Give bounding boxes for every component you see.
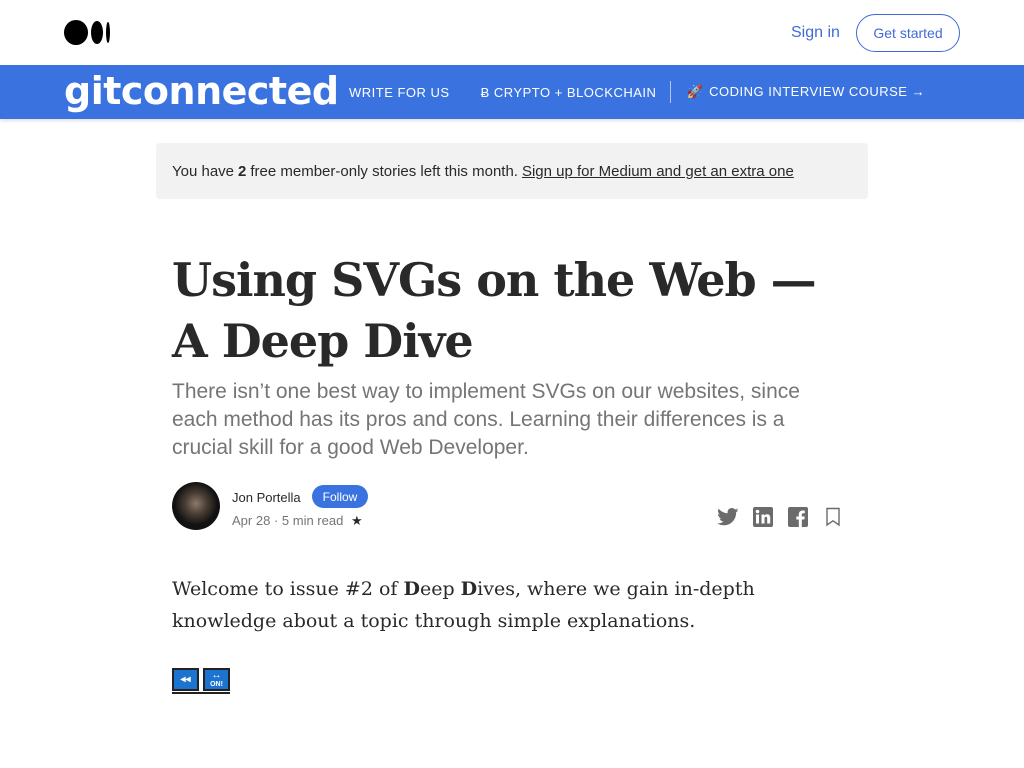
- publication-links: WRITE FOR US Ƀ CRYPTO + BLOCKCHAIN 🚀 CODI…: [349, 65, 956, 119]
- body-start: Welcome to issue #2 of: [172, 578, 398, 600]
- top-bar: Sign in Get started: [0, 0, 1024, 65]
- nav-link-write-for-us[interactable]: WRITE FOR US: [349, 85, 450, 100]
- banner-count: 2: [238, 162, 247, 180]
- nav-link-coding-course-label: CODING INTERVIEW COURSE →: [709, 84, 926, 99]
- on-label: ON!: [210, 680, 223, 688]
- nav-divider: [670, 81, 672, 103]
- publication-nav: gitconnected WRITE FOR US Ƀ CRYPTO + BLO…: [0, 65, 1024, 119]
- arrows-icon: ↔: [211, 669, 222, 681]
- body-eep: eep: [419, 578, 455, 600]
- article-title: Using SVGs on the Web — A Deep Dive: [172, 253, 817, 368]
- article-subtitle: There isn’t one best way to implement SV…: [172, 380, 800, 459]
- signup-link[interactable]: Sign up for Medium and get an extra one: [522, 163, 794, 180]
- nav-link-crypto[interactable]: Ƀ CRYPTO + BLOCKCHAIN: [481, 85, 657, 100]
- medium-logo-icon[interactable]: [64, 20, 110, 45]
- twitter-icon[interactable]: [717, 506, 739, 528]
- toggle-on-icon[interactable]: ↔ ON!: [203, 668, 230, 691]
- author-name[interactable]: Jon Portella: [232, 490, 301, 505]
- body-d1: D: [403, 578, 420, 600]
- linkedin-icon[interactable]: [752, 506, 774, 528]
- article-body-paragraph: Welcome to issue #2 of Deep Dives, where…: [172, 573, 852, 637]
- article-meta: Apr 28 · 5 min read ★: [232, 513, 363, 529]
- member-star-icon: ★: [350, 513, 363, 528]
- avatar[interactable]: [172, 482, 220, 530]
- nav-link-coding-course[interactable]: 🚀 CODING INTERVIEW COURSE →: [686, 84, 925, 100]
- follow-button[interactable]: Follow: [312, 485, 368, 508]
- share-bar: [717, 506, 844, 528]
- meta-dot: ·: [273, 513, 279, 528]
- publication-logo[interactable]: gitconnected: [64, 69, 339, 113]
- member-banner: You have 2 free member-only stories left…: [156, 143, 868, 199]
- banner-prefix: You have: [172, 162, 235, 180]
- rewind-icon[interactable]: ◂◂: [172, 668, 199, 691]
- sign-in-link[interactable]: Sign in: [791, 24, 840, 42]
- embedded-badges: ◂◂ ↔ ON!: [172, 668, 230, 694]
- bookmark-icon[interactable]: [822, 506, 844, 528]
- article-date: Apr 28: [232, 513, 271, 528]
- read-time: 5 min read: [281, 513, 344, 528]
- facebook-icon[interactable]: [787, 506, 809, 528]
- body-d2: D: [460, 578, 478, 600]
- banner-suffix: free member-only stories left this month…: [250, 162, 518, 180]
- get-started-button[interactable]: Get started: [856, 14, 960, 52]
- rocket-icon: 🚀: [686, 84, 704, 99]
